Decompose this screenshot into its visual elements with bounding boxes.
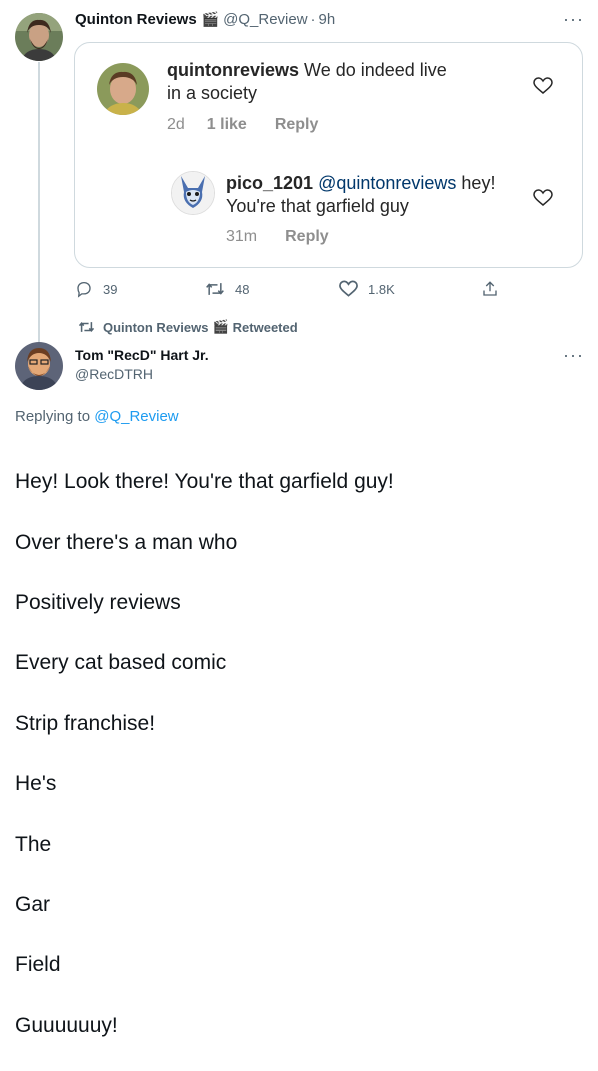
replying-prefix: Replying to: [15, 408, 95, 425]
timestamp[interactable]: 9h: [319, 11, 336, 28]
comment-2-username: pico_1201: [226, 173, 314, 193]
comment-2-body-line2: You're that garfield guy: [226, 196, 409, 216]
retweet-count: 48: [235, 281, 250, 297]
tweet-line: He's: [15, 772, 57, 796]
comment-2-heart-icon: [533, 189, 553, 206]
comment-2-meta: 31m Reply: [226, 228, 329, 246]
main-handle[interactable]: @RecDTRH: [75, 366, 209, 382]
reply-count: 39: [103, 281, 118, 297]
comment-2-body-line1: hey!: [456, 173, 496, 193]
retweeter-emoji: 🎬: [212, 319, 229, 334]
retweet-icon: [206, 283, 224, 295]
comment-1-likes: 1 like: [206, 116, 247, 133]
main-more-options-icon[interactable]: ···: [563, 346, 584, 364]
comment-1-heart-icon: [533, 77, 553, 94]
more-options-icon[interactable]: ···: [563, 10, 584, 28]
comment-2-age: 31m: [226, 228, 258, 245]
tweet-line: Gar: [15, 893, 51, 917]
like-count: 1.8K: [368, 281, 395, 297]
retweeted-label: Retweeted: [232, 319, 298, 335]
share-icon: [483, 281, 497, 296]
comment-avatar-quintonreviews: [97, 63, 149, 115]
tweet-line: Positively reviews: [15, 591, 181, 615]
comment-1-body-line2: in a society: [167, 83, 258, 103]
replying-to: Replying to @Q_Review: [15, 408, 179, 425]
display-name[interactable]: Quinton Reviews: [75, 11, 197, 28]
tweet-line: The: [15, 832, 52, 856]
reply-icon: [77, 281, 91, 298]
comment-1-text: quintonreviews We do indeed live in a so…: [167, 59, 487, 105]
avatar-tom[interactable]: [15, 342, 63, 390]
embedded-image-card[interactable]: quintonreviews We do indeed live in a so…: [74, 42, 583, 268]
comment-1-age: 2d: [167, 116, 185, 133]
comment-2-mention: @quintonreviews: [318, 173, 457, 193]
retweet-banner: Quinton Reviews 🎬 Retweeted: [78, 319, 298, 335]
comment-2-reply: Reply: [285, 228, 329, 245]
replying-to-handle[interactable]: @Q_Review: [94, 408, 178, 425]
top-tweet-header: Quinton Reviews 🎬 @Q_Review · 9h: [75, 11, 335, 28]
like-button[interactable]: 1.8K: [339, 280, 395, 298]
comment-1-reply: Reply: [274, 116, 319, 133]
retweeted-icon: [78, 321, 95, 333]
clapper-emoji-icon: 🎬: [201, 11, 220, 27]
share-button[interactable]: [481, 280, 509, 298]
main-display-name[interactable]: Tom "RecD" Hart Jr.: [75, 347, 209, 363]
tweet-line: Hey! Look there! You're that garfield gu…: [15, 470, 394, 494]
comment-1-username: quintonreviews: [167, 60, 300, 80]
like-icon: [339, 280, 358, 297]
avatar-quinton[interactable]: [15, 13, 63, 61]
comment-1-body-line1: We do indeed live: [299, 60, 447, 80]
main-tweet-header: Tom "RecD" Hart Jr. @RecDTRH: [75, 347, 209, 382]
reply-button[interactable]: 39: [75, 280, 117, 298]
retweet-button[interactable]: 48: [205, 280, 249, 298]
handle[interactable]: @Q_Review: [223, 11, 307, 28]
thread-line: [38, 62, 40, 342]
tweet-line: Field: [15, 953, 61, 977]
main-tweet-text: Hey! Look there! You're that garfield gu…: [15, 437, 585, 1071]
tweet-line: Every cat based comic: [15, 651, 227, 675]
separator-dot: ·: [310, 11, 316, 28]
comment-1-meta: 2d 1 like Reply: [167, 116, 318, 134]
retweeter-name[interactable]: Quinton Reviews: [103, 320, 208, 335]
tweet-line: Guuuuuuy!: [15, 1013, 118, 1037]
comment-2-text: pico_1201 @quintonreviews hey! You're th…: [226, 172, 526, 218]
tweet-line: Over there's a man who: [15, 530, 238, 554]
tweet-line: Strip franchise!: [15, 711, 156, 735]
comment-avatar-pico: [171, 171, 215, 215]
